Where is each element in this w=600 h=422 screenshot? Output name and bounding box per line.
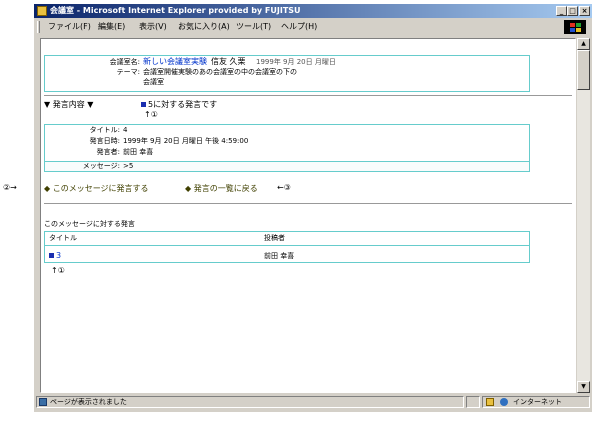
minimize-button[interactable]: _	[556, 6, 567, 16]
message-datetime: 1999年 9月 20日 月曜日 午後 4:59:00	[123, 137, 249, 145]
message-poster-label: 発言者:	[96, 148, 120, 156]
content-header: ▼ 発言内容 ▼	[44, 100, 94, 109]
theme-line-1: 会議室開催実験のあの会議室の中の会議室の下の	[143, 68, 297, 76]
divider	[44, 203, 572, 204]
close-button[interactable]: ×	[579, 6, 590, 16]
room-author: 信友 久栗	[211, 57, 246, 66]
annotation-marker: ↑①	[144, 110, 158, 119]
window-title: 会議室 - Microsoft Internet Explorer provid…	[50, 6, 301, 15]
room-date: 1999年 9月 20日 月曜日	[256, 58, 336, 66]
status-pane-empty	[466, 396, 480, 408]
theme-line-2: 会議室	[143, 78, 164, 86]
page-status-icon	[39, 398, 47, 406]
annotation-marker: ←③	[277, 183, 291, 192]
message-title: 4	[123, 126, 128, 134]
replies-header-divider	[45, 245, 529, 246]
reply-to-message-link[interactable]: ◆ このメッセージに発言する	[44, 184, 149, 194]
column-header-title: タイトル	[49, 234, 77, 242]
scroll-thumb[interactable]	[577, 50, 590, 90]
column-header-poster: 投稿者	[264, 234, 285, 242]
divider	[44, 95, 572, 96]
status-bar: ページが表示されました インターネット	[34, 394, 592, 410]
table-row-poster: 前田 幸喜	[264, 252, 295, 260]
room-name-label: 会議室名:	[109, 58, 140, 66]
message-body-label: メッセージ:	[82, 162, 120, 170]
scroll-up-button[interactable]: ▲	[577, 38, 590, 50]
annotation-marker: ↑①	[51, 266, 65, 275]
message-datetime-label: 発言日時:	[89, 137, 120, 145]
menu-tools[interactable]: ツール(T)	[236, 22, 271, 32]
toolbar-grip[interactable]	[37, 21, 40, 33]
menu-bar: ファイル(F) 編集(E) 表示(V) お気に入り(A) ツール(T) ヘルプ(…	[34, 19, 592, 35]
reply-to-text: 5に対する発言です	[141, 100, 217, 110]
vertical-scrollbar[interactable]: ▲ ▼	[577, 38, 590, 393]
status-pane: ページが表示されました	[36, 396, 464, 408]
menu-edit[interactable]: 編集(E)	[98, 22, 125, 32]
back-to-list-link[interactable]: ◆ 発言の一覧に戻る	[185, 184, 258, 194]
scroll-down-button[interactable]: ▼	[577, 381, 590, 393]
title-bar[interactable]: 会議室 - Microsoft Internet Explorer provid…	[34, 4, 592, 18]
menu-help[interactable]: ヘルプ(H)	[281, 22, 317, 32]
globe-icon	[500, 398, 508, 406]
lock-icon	[486, 398, 494, 406]
status-text: ページが表示されました	[50, 398, 127, 406]
annotation-marker: ②→	[3, 183, 17, 192]
ie-page-icon	[37, 6, 47, 16]
blue-square-icon	[141, 102, 146, 107]
zone-pane: インターネット	[482, 396, 590, 408]
message-body: >5	[123, 162, 134, 170]
blue-square-icon	[49, 253, 54, 258]
security-zone: インターネット	[513, 398, 562, 406]
table-row-title[interactable]: 3	[49, 251, 61, 261]
replies-heading: このメッセージに対する発言	[44, 220, 135, 228]
theme-label: テーマ:	[116, 68, 140, 76]
menu-favorites[interactable]: お気に入り(A)	[178, 22, 230, 32]
windows-logo-icon	[564, 20, 586, 34]
menu-view[interactable]: 表示(V)	[139, 22, 167, 32]
message-title-label: タイトル:	[89, 126, 120, 134]
message-poster: 前田 幸喜	[123, 148, 154, 156]
maximize-button[interactable]: □	[567, 6, 578, 16]
menu-file[interactable]: ファイル(F)	[48, 22, 91, 32]
room-name-link[interactable]: 新しい会議室実験	[143, 57, 207, 67]
